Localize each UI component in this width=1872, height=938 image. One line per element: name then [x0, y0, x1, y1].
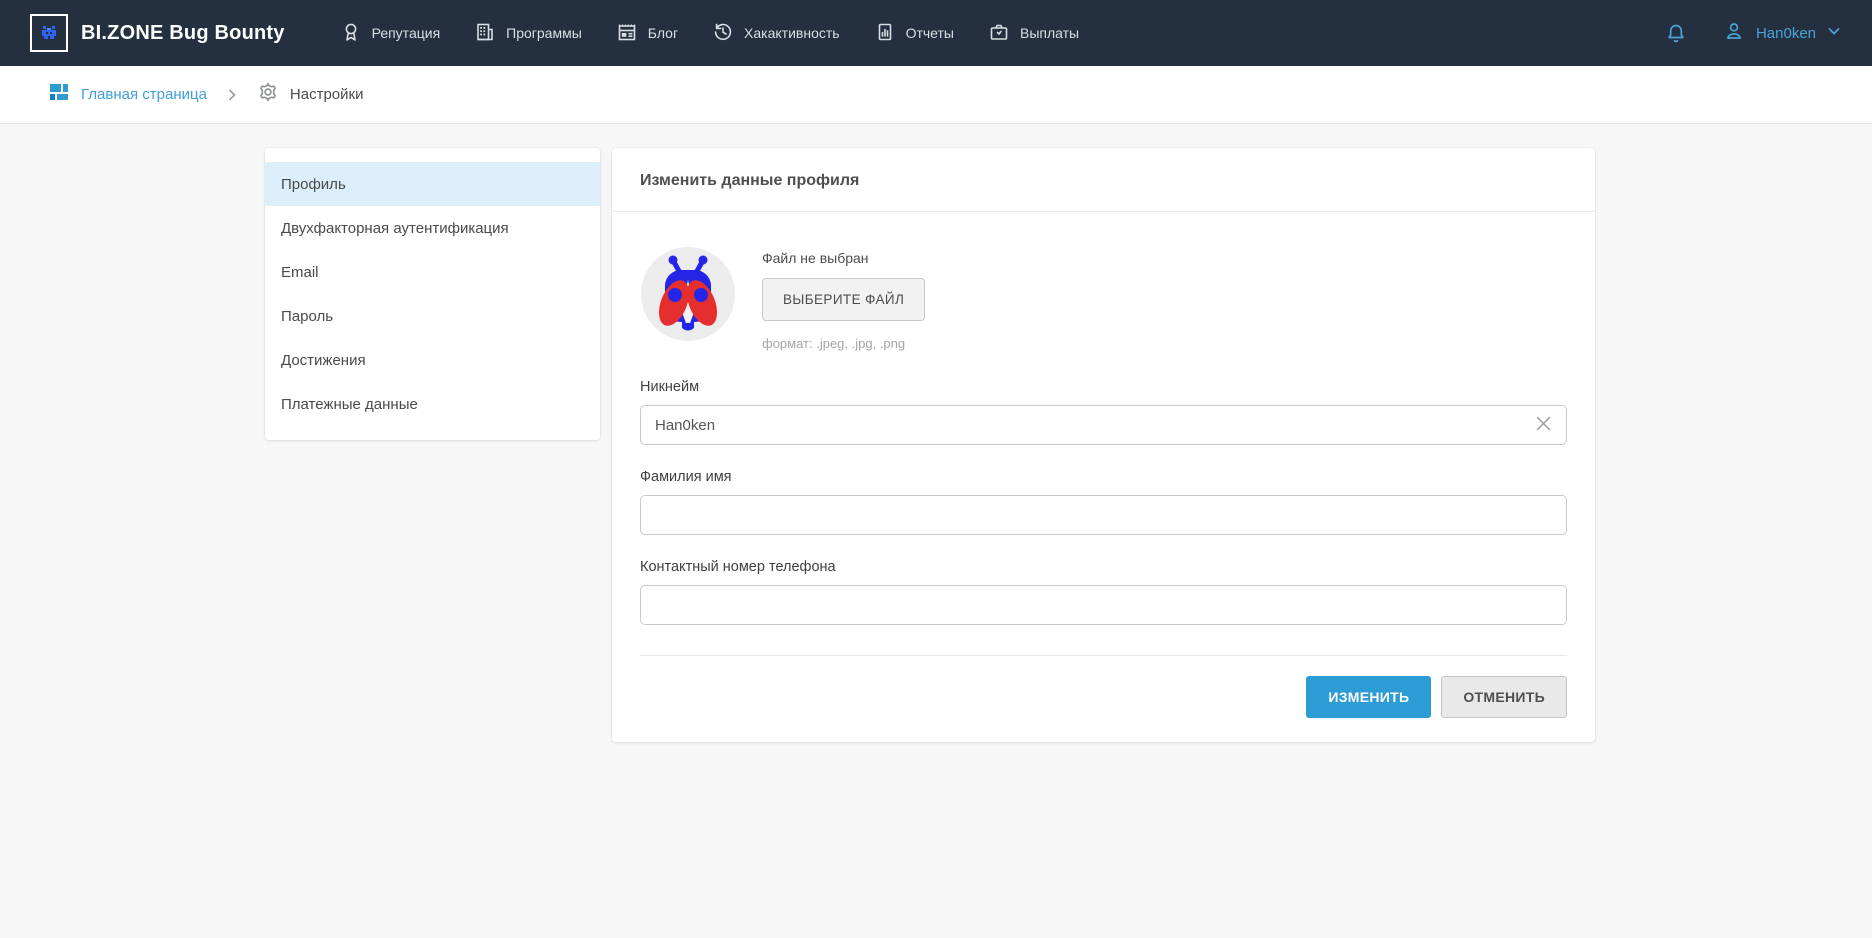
- phone-field-group: Контактный номер телефона: [640, 559, 1567, 625]
- card-header: Изменить данные профиля: [612, 148, 1595, 212]
- sidebar-item-payment-data[interactable]: Платежные данные: [265, 382, 600, 426]
- user-menu[interactable]: Han0ken: [1722, 19, 1842, 48]
- fullname-input[interactable]: [640, 495, 1567, 535]
- settings-sidebar: Профиль Двухфакторная аутентификация Ema…: [265, 148, 600, 440]
- clear-nickname-button[interactable]: [1533, 413, 1554, 437]
- user-icon: [1722, 19, 1746, 48]
- no-file-text: Файл не выбран: [762, 250, 925, 266]
- chevron-right-icon: [221, 88, 243, 102]
- nav-label: Отчеты: [906, 25, 954, 41]
- nav-item-blog[interactable]: Блог: [599, 0, 695, 66]
- file-upload-block: Файл не выбран ВЫБЕРИТЕ ФАЙЛ формат: .jp…: [762, 246, 925, 351]
- profile-edit-card: Изменить данные профиля: [612, 148, 1595, 742]
- bizone-bug-logo-icon: [30, 14, 68, 52]
- sidebar-item-email[interactable]: Email: [265, 250, 600, 294]
- breadcrumb: Главная страница Настройки: [0, 66, 1872, 124]
- nickname-field-group: Никнейм: [640, 379, 1567, 445]
- username: Han0ken: [1756, 25, 1816, 42]
- file-format-hint: формат: .jpeg, .jpg, .png: [762, 336, 925, 351]
- nav-item-hackactivity[interactable]: Хакактивность: [695, 0, 857, 66]
- main-nav: Репутация Программы: [323, 0, 1097, 66]
- sidebar-item-password[interactable]: Пароль: [265, 294, 600, 338]
- sidebar-item-label: Платежные данные: [281, 396, 418, 413]
- newspaper-icon: [616, 21, 638, 46]
- nav-label: Блог: [648, 25, 678, 41]
- sidebar-item-label: Пароль: [281, 308, 333, 325]
- nav-item-reports[interactable]: Отчеты: [857, 0, 971, 66]
- breadcrumb-current: Настройки: [257, 81, 364, 108]
- sidebar-item-profile[interactable]: Профиль: [265, 162, 600, 206]
- avatar-section: Файл не выбран ВЫБЕРИТЕ ФАЙЛ формат: .jp…: [640, 246, 1567, 351]
- actions-divider: [640, 655, 1567, 656]
- nav-label: Выплаты: [1020, 25, 1079, 41]
- nav-label: Программы: [506, 25, 582, 41]
- fullname-label: Фамилия имя: [640, 469, 1567, 485]
- sidebar-item-label: Email: [281, 264, 319, 281]
- breadcrumb-home-link[interactable]: Главная страница: [81, 86, 207, 103]
- submit-button[interactable]: ИЗМЕНИТЬ: [1306, 676, 1431, 718]
- card-body: Файл не выбран ВЫБЕРИТЕ ФАЙЛ формат: .jp…: [612, 212, 1595, 742]
- sidebar-item-label: Двухфакторная аутентификация: [281, 220, 509, 237]
- dashboard-grid-icon: [48, 81, 70, 108]
- breadcrumb-home[interactable]: Главная страница: [48, 81, 207, 108]
- sidebar-item-label: Профиль: [281, 176, 346, 193]
- chevron-down-icon: [1826, 23, 1842, 44]
- briefcase-icon: [988, 21, 1010, 46]
- phone-input[interactable]: [640, 585, 1567, 625]
- notifications-bell-icon[interactable]: [1664, 21, 1688, 45]
- sidebar-item-achievements[interactable]: Достижения: [265, 338, 600, 382]
- nickname-input[interactable]: [640, 405, 1567, 445]
- fullname-field-group: Фамилия имя: [640, 469, 1567, 535]
- gear-icon: [257, 81, 279, 108]
- report-icon: [874, 21, 896, 46]
- form-actions: ИЗМЕНИТЬ ОТМЕНИТЬ: [640, 676, 1567, 718]
- breadcrumb-current-label: Настройки: [290, 86, 364, 103]
- nav-item-programs[interactable]: Программы: [457, 0, 599, 66]
- brand-logo[interactable]: BI.ZONE Bug Bounty: [30, 14, 285, 52]
- cancel-button[interactable]: ОТМЕНИТЬ: [1441, 676, 1567, 718]
- nav-item-reputation[interactable]: Репутация: [323, 0, 458, 66]
- nav-label: Хакактивность: [744, 25, 840, 41]
- sidebar-item-2fa[interactable]: Двухфакторная аутентификация: [265, 206, 600, 250]
- avatar: [640, 246, 736, 342]
- top-navbar: BI.ZONE Bug Bounty Репутация: [0, 0, 1872, 66]
- nav-label: Репутация: [372, 25, 441, 41]
- sidebar-item-label: Достижения: [281, 352, 366, 369]
- history-icon: [712, 21, 734, 46]
- brand-name: BI.ZONE Bug Bounty: [81, 22, 285, 45]
- building-icon: [474, 21, 496, 46]
- page-content: Профиль Двухфакторная аутентификация Ema…: [0, 124, 1872, 782]
- phone-label: Контактный номер телефона: [640, 559, 1567, 575]
- page-title: Изменить данные профиля: [640, 172, 1567, 190]
- choose-file-button[interactable]: ВЫБЕРИТЕ ФАЙЛ: [762, 278, 925, 321]
- medal-icon: [340, 21, 362, 46]
- nickname-label: Никнейм: [640, 379, 1567, 395]
- close-icon: [1535, 415, 1552, 435]
- nav-item-payouts[interactable]: Выплаты: [971, 0, 1096, 66]
